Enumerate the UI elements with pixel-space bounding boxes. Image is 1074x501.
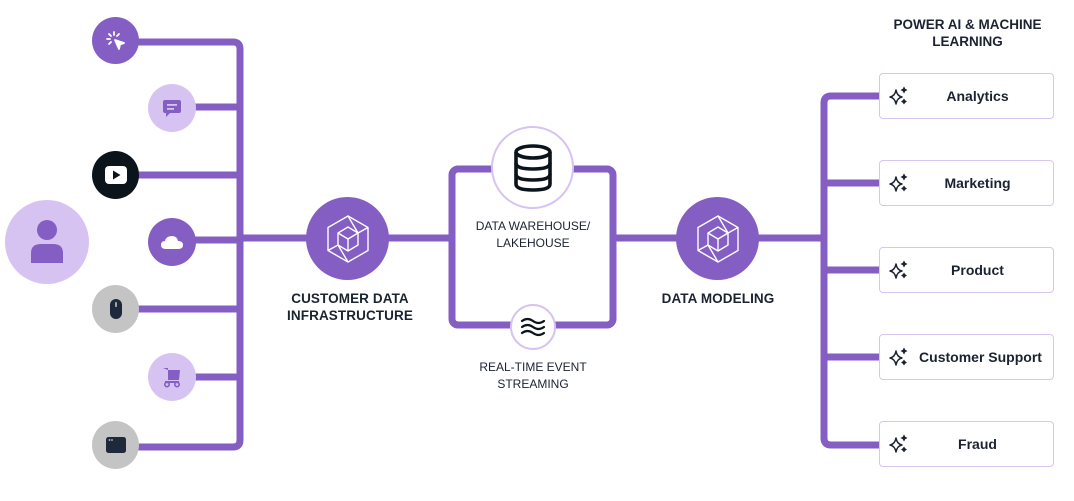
database-icon (513, 143, 552, 192)
modeling-node (676, 197, 759, 280)
sparkles-icon (889, 347, 908, 366)
hexagon-cube-icon (696, 214, 739, 263)
outputs-heading-line2: LEARNING (932, 34, 1003, 49)
source-chat-node (148, 84, 196, 132)
waves-icon (520, 317, 546, 337)
sparkles-icon (889, 434, 908, 453)
browser-window-icon (105, 437, 126, 453)
sparkles-icon (889, 86, 908, 105)
streaming-label: REAL-TIME EVENT STREAMING (463, 359, 603, 393)
source-video-node (92, 151, 139, 199)
streaming-label-line1: REAL-TIME EVENT (479, 360, 587, 374)
cloud-icon (161, 236, 183, 249)
mouse-icon (109, 299, 122, 319)
cdi-label: CUSTOMER DATA INFRASTRUCTURE (276, 290, 424, 324)
cursor-click-icon (105, 30, 125, 50)
cdi-node (306, 197, 389, 280)
source-browser-node (92, 421, 139, 469)
user-node (5, 200, 89, 284)
source-cloud-node (148, 218, 196, 266)
warehouse-node (491, 126, 574, 209)
shopping-cart-icon (163, 368, 181, 388)
modeling-label: DATA MODELING (642, 290, 794, 307)
warehouse-label-line2: LAKEHOUSE (496, 236, 570, 250)
source-click-node (92, 17, 139, 64)
output-card-fraud: Fraud (879, 421, 1054, 467)
output-card-product: Product (879, 247, 1054, 293)
output-card-analytics: Analytics (879, 73, 1054, 119)
source-cart-node (148, 353, 196, 401)
warehouse-label: DATA WAREHOUSE/ LAKEHOUSE (463, 218, 603, 252)
streaming-label-line2: STREAMING (497, 377, 569, 391)
output-card-marketing: Marketing (879, 160, 1054, 206)
cdi-label-line1: CUSTOMER DATA (291, 291, 409, 306)
cdi-label-line2: INFRASTRUCTURE (287, 308, 413, 323)
modeling-label-text: DATA MODELING (661, 291, 775, 306)
user-icon (31, 220, 63, 263)
warehouse-label-line1: DATA WAREHOUSE/ (475, 219, 591, 233)
hexagon-cube-icon (326, 214, 369, 263)
outputs-heading-line1: POWER AI & MACHINE (893, 17, 1042, 32)
video-play-icon (104, 166, 127, 184)
source-mouse-node (92, 285, 139, 333)
outputs-heading: POWER AI & MACHINE LEARNING (880, 16, 1055, 50)
streaming-node (510, 304, 556, 350)
sparkles-icon (889, 260, 908, 279)
sparkles-icon (889, 173, 908, 192)
chat-message-icon (163, 100, 181, 117)
output-card-customer-support: Customer Support (879, 334, 1054, 380)
